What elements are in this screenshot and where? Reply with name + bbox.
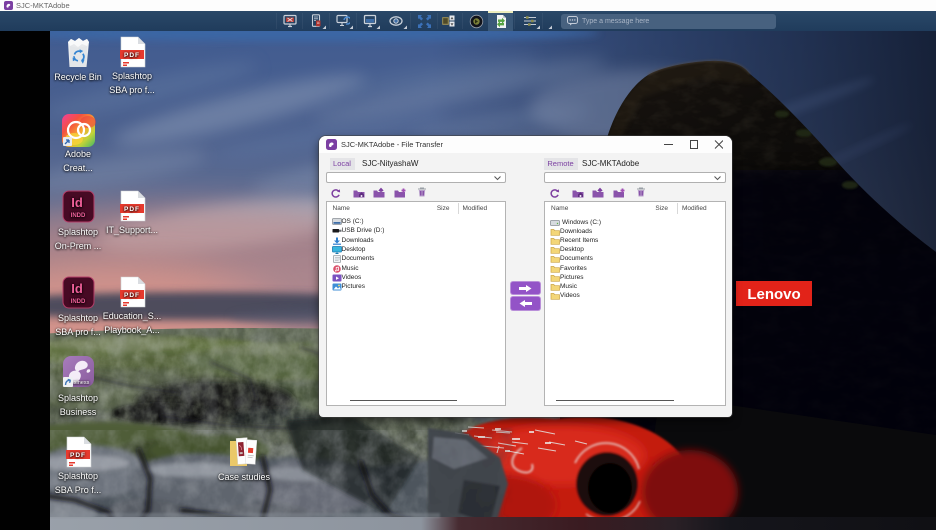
svg-text:PDF: PDF (70, 452, 86, 459)
svg-text:PDF: PDF (124, 52, 140, 59)
svg-text:PDF: PDF (124, 206, 140, 213)
svg-text:usiness: usiness (71, 380, 90, 386)
svg-text:PDF: PDF (124, 292, 140, 299)
svg-text:INDD: INDD (70, 213, 85, 219)
svg-text:INDD: INDD (70, 299, 85, 305)
svg-text:Lenovo: Lenovo (747, 286, 800, 303)
svg-text:Id: Id (71, 281, 83, 296)
svg-text:Id: Id (71, 195, 83, 210)
